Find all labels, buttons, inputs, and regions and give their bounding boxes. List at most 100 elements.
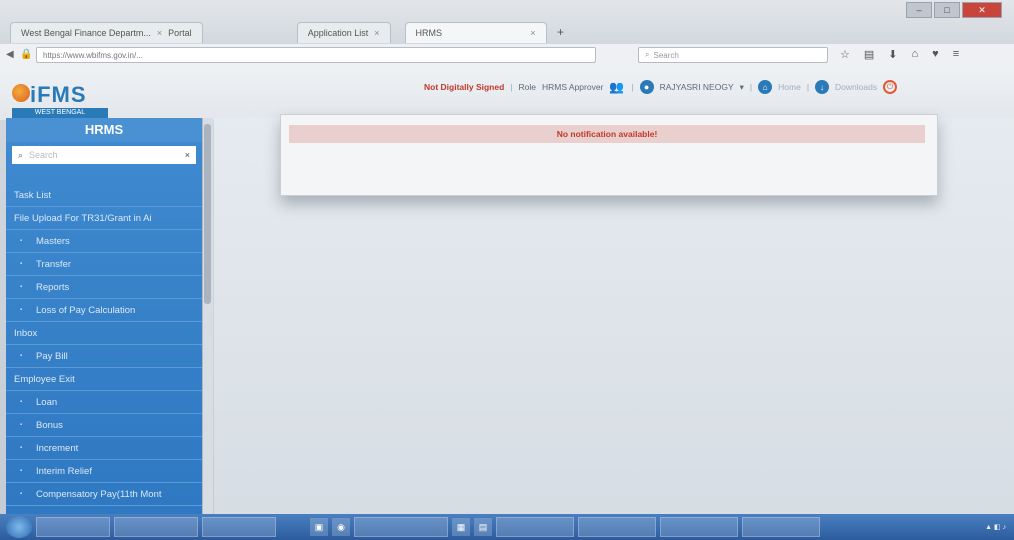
downloads-link[interactable]: Downloads [835, 82, 877, 92]
sidebar-item-label: Compensatory Pay(11th Mont [36, 488, 162, 500]
sidebar-item-label: Masters [36, 235, 70, 247]
tab-portal[interactable]: West Bengal Finance Departm... × Portal [10, 22, 203, 43]
bullet-icon: ▪ [20, 261, 23, 267]
search-icon: ⌕ [18, 149, 24, 160]
sidebar-item-transfer[interactable]: ▪ Transfer [6, 253, 202, 276]
sidebar-item-inbox[interactable]: Inbox [6, 322, 202, 345]
role-label: Role [518, 82, 536, 92]
sidebar-item-file-upload[interactable]: File Upload For TR31/Grant in Ai [6, 207, 202, 230]
url-bar[interactable]: https://www.wbifms.gov.in/... [36, 47, 596, 63]
sidebar-item-loan[interactable]: ▪ Loan [6, 391, 202, 414]
minimize-button[interactable]: – [906, 2, 932, 18]
sidebar-menu: Task List File Upload For TR31/Grant in … [6, 184, 202, 506]
taskbar-item[interactable] [354, 517, 448, 537]
sidebar-item-pay-bill[interactable]: ▪ Pay Bill [6, 345, 202, 368]
logo-subtitle: WEST BENGAL [12, 108, 108, 118]
main-content: No notification available! [214, 114, 1014, 514]
sidebar-item-reports[interactable]: ▪ Reports [6, 276, 202, 299]
maximize-button[interactable]: □ [934, 2, 960, 18]
sidebar-item-increment[interactable]: ▪ Increment [6, 437, 202, 460]
switch-role-icon[interactable]: 👥 [609, 80, 625, 94]
tab-hrms[interactable]: HRMS × [404, 22, 547, 43]
pocket-icon[interactable]: ♥ [932, 48, 939, 61]
divider: | [749, 82, 753, 92]
ifms-logo[interactable]: iFMS WEST BENGAL [10, 76, 108, 120]
bookmark-star-icon[interactable]: ☆ [840, 48, 850, 61]
notification-message: No notification available! [289, 125, 925, 143]
sidebar-item-task-list[interactable]: Task List [6, 184, 202, 207]
browser-search-input[interactable]: ⌕ Search [638, 47, 828, 63]
taskbar-item[interactable] [496, 517, 574, 537]
system-tray[interactable]: ▲ ◧ ♪ [985, 523, 1006, 531]
sidebar-search-placeholder: Search [29, 150, 58, 160]
home-link[interactable]: Home [778, 82, 801, 92]
sidebar-item-label: Reports [36, 281, 70, 293]
sidebar: HRMS ⌕ Search × Task List File Upload Fo… [6, 118, 202, 514]
taskbar-item[interactable] [202, 517, 276, 537]
divider: | [631, 82, 634, 92]
sidebar-item-label: Employee Exit [14, 373, 75, 385]
header-status-bar: Not Digitally Signed | Role HRMS Approve… [424, 80, 898, 94]
taskbar-item[interactable] [742, 517, 820, 537]
sidebar-item-loss-of-pay[interactable]: ▪ Loss of Pay Calculation [6, 299, 202, 322]
clear-icon[interactable]: × [185, 150, 190, 160]
taskbar-item[interactable] [36, 517, 110, 537]
taskbar-app-icon[interactable]: ▦ [452, 518, 470, 536]
taskbar-app-icon[interactable]: ◉ [332, 518, 350, 536]
sidebar-item-label: Task List [14, 189, 51, 201]
taskbar-app-icon[interactable]: ▣ [310, 518, 328, 536]
screen: West Bengal Finance Departm... × Portal … [0, 0, 1014, 540]
sidebar-item-masters[interactable]: ▪ Masters [6, 230, 202, 253]
browser-navbar: ◀ 🔒 https://www.wbifms.gov.in/... ⌕ Sear… [0, 44, 1014, 69]
user-avatar-icon: ● [639, 80, 654, 94]
sidebar-item-employee-exit[interactable]: Employee Exit [6, 368, 202, 391]
menu-icon[interactable]: ≡ [953, 48, 959, 61]
home-icon[interactable]: ⌂ [758, 80, 773, 94]
notification-panel: No notification available! [280, 114, 938, 196]
power-icon[interactable]: ⏻ [883, 80, 898, 94]
taskbar-item[interactable] [660, 517, 738, 537]
tab-application-list[interactable]: Application List × [296, 22, 391, 43]
window-controls: – □ ✕ [906, 2, 1002, 18]
tab-label: Application List [307, 28, 369, 38]
chevron-down-icon[interactable]: ▾ [740, 82, 744, 93]
browser-titlebar: West Bengal Finance Departm... × Portal … [0, 0, 1014, 44]
download-icon[interactable]: ⬇ [888, 48, 897, 61]
close-icon[interactable]: × [374, 28, 379, 38]
sidebar-item-label: Pay Bill [36, 350, 68, 362]
sidebar-item-interim-relief[interactable]: ▪ Interim Relief [6, 460, 202, 483]
tab-label: West Bengal Finance Departm... [21, 28, 151, 38]
taskbar-item[interactable] [114, 517, 198, 537]
taskbar-app-icon[interactable]: ▤ [474, 518, 492, 536]
user-name[interactable]: RAJYASRI NEOGY [660, 82, 734, 92]
back-icon[interactable]: ◀ [6, 49, 14, 60]
sidebar-item-label: Increment [36, 442, 79, 454]
tab-label-extra: Portal [168, 28, 192, 38]
bullet-icon: ▪ [20, 422, 23, 428]
home-icon[interactable]: ⌂ [912, 48, 919, 61]
new-tab-button[interactable]: + [551, 22, 571, 42]
reading-list-icon[interactable]: ▤ [864, 48, 874, 61]
start-button[interactable] [6, 516, 32, 538]
sidebar-item-label: Interim Relief [36, 465, 92, 477]
close-icon[interactable]: × [530, 28, 535, 38]
sidebar-search-input[interactable]: ⌕ Search × [12, 146, 196, 164]
sidebar-scrollbar[interactable] [202, 118, 213, 514]
sidebar-item-label: Inbox [14, 327, 38, 339]
taskbar-item[interactable] [578, 517, 656, 537]
logo-mark-icon [12, 84, 30, 102]
os-taskbar: ▣ ◉ ▦ ▤ ▲ ◧ ♪ [0, 514, 1014, 540]
sidebar-item-label: Loss of Pay Calculation [36, 304, 136, 316]
scrollbar-thumb[interactable] [204, 124, 211, 304]
close-icon[interactable]: × [157, 28, 162, 38]
sidebar-item-bonus[interactable]: ▪ Bonus [6, 414, 202, 437]
browser-tabs: West Bengal Finance Departm... × Portal … [10, 22, 571, 44]
bullet-icon: ▪ [20, 468, 23, 474]
close-window-button[interactable]: ✕ [962, 2, 1002, 18]
app-header: iFMS WEST BENGAL Not Digitally Signed | … [0, 68, 1014, 120]
logo-text: iFMS [30, 82, 87, 107]
download-icon[interactable]: ↓ [815, 80, 830, 94]
sidebar-item-compensatory-pay[interactable]: ▪ Compensatory Pay(11th Mont [6, 483, 202, 506]
divider: | [510, 82, 513, 92]
sidebar-item-label: Transfer [36, 258, 72, 270]
